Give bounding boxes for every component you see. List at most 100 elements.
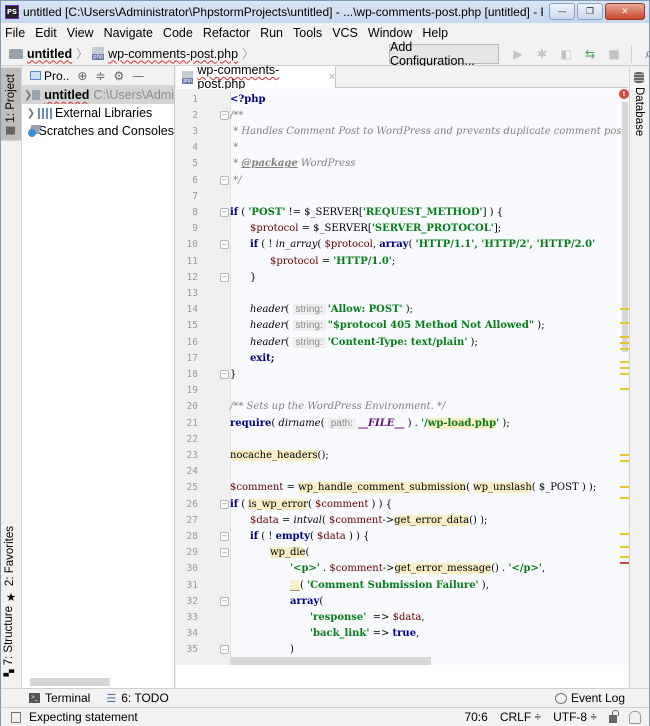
caret-position[interactable]: 70:6 — [464, 710, 487, 724]
code-line[interactable]: 19 — [176, 383, 628, 399]
code-line[interactable]: 17 exit; — [176, 350, 628, 366]
menu-tools[interactable]: Tools — [293, 26, 322, 40]
menu-window[interactable]: Window — [368, 26, 412, 40]
code-line[interactable]: 23 nocache_headers(); — [176, 447, 628, 463]
code-line[interactable]: 12 −} — [176, 269, 628, 285]
maximize-button[interactable]: ❐ — [577, 3, 603, 20]
tab-wp-comments-post[interactable]: php wp-comments-post.php × — [176, 63, 336, 91]
code-line[interactable]: 21 require( dirname( path: __FILE__ ) . '/… — [176, 415, 628, 431]
fold-toggle-icon[interactable]: − — [220, 175, 229, 185]
code-line[interactable]: 5 * @package WordPress — [176, 156, 628, 172]
run-icon[interactable]: ▶ — [511, 46, 525, 62]
fold-toggle-icon[interactable]: − — [220, 369, 229, 379]
code-line[interactable]: 8 − if ( 'POST' != $_SERVER['REQUEST_METHO… — [176, 204, 628, 220]
fold-toggle-icon[interactable]: − — [220, 596, 229, 606]
encoding-selector[interactable]: UTF-8 ÷ — [553, 710, 597, 724]
fold-toggle-icon[interactable]: − — [220, 645, 229, 655]
code-line[interactable]: 10− if ( ! in_array( $protocol, array( 'H… — [176, 237, 628, 253]
editor-vertical-scrollbar[interactable] — [622, 102, 628, 352]
code-line[interactable]: 28− if ( ! empty( $data ) ) { — [176, 528, 628, 544]
code-line[interactable]: 29− wp_die( — [176, 545, 628, 561]
add-configuration-button[interactable]: Add Configuration... — [389, 40, 499, 68]
gear-icon[interactable]: ⚙ — [113, 69, 124, 83]
code-line[interactable]: 13 — [176, 285, 628, 301]
toggle-tool-windows-icon[interactable] — [11, 711, 21, 723]
code-line[interactable]: 30 '<p>' . $comment->get_error_message() … — [176, 561, 628, 577]
event-log-button[interactable]: Event Log — [554, 691, 625, 705]
search-icon[interactable]: ⌕ — [642, 46, 650, 62]
fold-toggle-icon[interactable]: − — [220, 240, 229, 250]
code-line[interactable]: 14 header( string: 'Allow: POST' ); — [176, 302, 628, 318]
tree-item-external-libraries[interactable]: ❯ External Libraries — [22, 104, 174, 122]
menu-refactor[interactable]: Refactor — [203, 26, 250, 40]
menu-run[interactable]: Run — [260, 26, 283, 40]
code-line[interactable]: 6 − */ — [176, 172, 628, 188]
error-indicator-icon[interactable]: ! — [619, 89, 629, 99]
line-separator-selector[interactable]: CRLF ÷ — [500, 710, 541, 724]
debug-icon[interactable]: ✱ — [535, 46, 549, 62]
fold-toggle-icon[interactable]: − — [220, 531, 229, 541]
code-line[interactable]: 7 — [176, 188, 628, 204]
stop-icon[interactable]: ■ — [607, 46, 621, 62]
fold-toggle-icon[interactable]: − — [220, 272, 229, 282]
expand-arrow-icon[interactable]: ❯ — [24, 108, 38, 119]
code-line[interactable]: 31 __( 'Comment Submission Failure' ), — [176, 577, 628, 593]
locate-file-icon[interactable]: ⊕ — [77, 69, 87, 83]
breadcrumb-project[interactable]: untitled — [27, 47, 72, 61]
code-area[interactable]: 1 <?php 2−/** 3 * Handles Comment Post to W… — [176, 89, 628, 665]
code-line[interactable]: 1 <?php — [176, 91, 628, 107]
code-line[interactable]: 15 header( string: "$protocol 405 Method N… — [176, 318, 628, 334]
code-line[interactable]: 25 $comment = wp_handle_comment_submissio… — [176, 480, 628, 496]
code-line[interactable]: 11 $protocol = 'HTTP/1.0'; — [176, 253, 628, 269]
project-tool-tab[interactable]: 1: Project — [1, 68, 21, 141]
code-line[interactable]: 4 * — [176, 140, 628, 156]
code-line[interactable]: 26 − if ( is_wp_error( $comment ) ) { — [176, 496, 628, 512]
breadcrumb-file[interactable]: wp-comments-post.php — [108, 47, 238, 61]
tree-item-project-root[interactable]: ❯ untitled C:\Users\Admi — [22, 86, 174, 104]
minimize-button[interactable]: — — [549, 3, 575, 20]
horizontal-scrollbar[interactable] — [30, 678, 110, 686]
favorites-tool-tab[interactable]: ★ 2: Favorites — [3, 526, 17, 604]
database-tool-tab[interactable]: Database — [633, 72, 645, 136]
code-line[interactable]: 2 −/** — [176, 107, 628, 123]
todo-tool-button[interactable]: ☰ 6: TODO — [106, 691, 168, 705]
menu-help[interactable]: Help — [422, 26, 448, 40]
menu-vcs[interactable]: VCS — [332, 26, 358, 40]
fold-toggle-icon[interactable]: − — [220, 110, 229, 120]
code-line[interactable]: 32− array( — [176, 593, 628, 609]
menu-edit[interactable]: Edit — [35, 26, 57, 40]
hector-inspector-icon[interactable] — [629, 710, 641, 724]
attach-debugger-icon[interactable]: ⇆ — [583, 46, 597, 62]
menu-file[interactable]: File — [5, 26, 25, 40]
menu-navigate[interactable]: Navigate — [104, 26, 153, 40]
terminal-tool-button[interactable]: >_ Terminal — [29, 691, 90, 705]
code-line[interactable]: 35 −) — [176, 642, 628, 658]
code-line[interactable]: 22 — [176, 431, 628, 447]
hide-panel-icon[interactable]: — — [132, 69, 144, 83]
menu-code[interactable]: Code — [163, 26, 193, 40]
tree-item-scratches[interactable]: Scratches and Consoles — [22, 122, 174, 140]
fold-toggle-icon[interactable]: − — [220, 548, 229, 558]
expand-arrow-icon[interactable]: ❯ — [24, 90, 32, 101]
editor-horizontal-scrollbar[interactable] — [231, 657, 431, 665]
code-line[interactable]: 16 header( string: 'Content-Type: text/pla… — [176, 334, 628, 350]
menu-view[interactable]: View — [67, 26, 94, 40]
close-tab-icon[interactable]: × — [329, 71, 335, 83]
structure-tool-tab[interactable]: ▚ 7: Structure — [3, 606, 15, 676]
close-button[interactable]: ✕ — [605, 3, 645, 20]
code-line[interactable]: 24 — [176, 464, 628, 480]
code-token: $data — [392, 611, 422, 623]
coverage-icon[interactable]: ◧ — [559, 46, 573, 62]
fold-toggle-icon[interactable]: − — [220, 499, 229, 509]
project-view-selector[interactable]: Pro.. — [30, 69, 69, 83]
code-line[interactable]: 20 /** Sets up the WordPress Environment.… — [176, 399, 628, 415]
code-line[interactable]: 33 'response' => $data, — [176, 609, 628, 625]
code-line[interactable]: 18 −} — [176, 366, 628, 382]
collapse-all-icon[interactable]: ≑ — [95, 69, 105, 83]
fold-toggle-icon[interactable]: − — [220, 207, 229, 217]
code-line[interactable]: 27 $data = intval( $comment->get_error_da… — [176, 512, 628, 528]
lock-icon[interactable] — [609, 710, 619, 723]
code-line[interactable]: 9 $protocol = $_SERVER['SERVER_PROTOCOL']… — [176, 221, 628, 237]
code-line[interactable]: 3 * Handles Comment Post to WordPress an… — [176, 123, 628, 139]
code-line[interactable]: 34 'back_link' => true, — [176, 626, 628, 642]
